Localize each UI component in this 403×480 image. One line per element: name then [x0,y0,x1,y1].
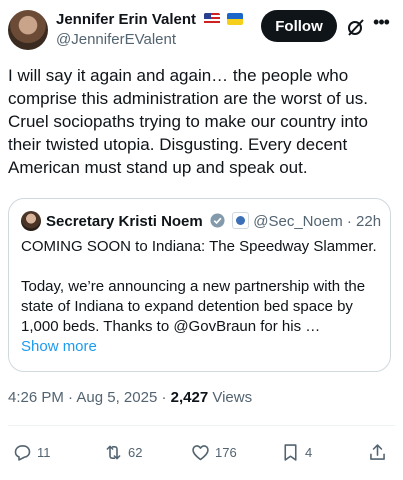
reply-button[interactable]: 11 [12,438,51,466]
tweet-text: I will say it again and again… the peopl… [8,66,369,177]
tweet-header: Jennifer Erin Valent @JenniferEValent Fo… [8,8,395,56]
share-button[interactable] [367,438,388,466]
quote-author-name: Secretary Kristi Noem [46,213,203,230]
quote-author-handle: @Sec_Noem [253,213,343,230]
author-name-block: Jennifer Erin Valent @JenniferEValent [56,10,243,50]
heart-icon [192,444,209,460]
quote-line-2: Today, we’re announcing a new partnershi… [21,278,366,335]
bookmark-icon [284,443,297,461]
bookmark-button[interactable]: 4 [280,438,312,466]
government-seal-icon [232,212,250,229]
meta-separator: · [68,389,74,406]
reply-icon [14,444,31,461]
repost-button[interactable]: 62 [103,438,142,466]
action-bar: 11 62 176 4 [0,438,403,466]
tweet-meta: 4:26 PM · Aug 5, 2025 · 2,427 Views [8,388,252,408]
views-label: Views [212,389,253,406]
quoted-tweet[interactable]: Secretary Kristi Noem @Sec_Noem · 22h CO… [8,198,391,372]
bookmark-count: 4 [305,444,313,460]
follow-button[interactable]: Follow [261,10,337,42]
ukraine-flag-icon [226,13,243,25]
like-count: 176 [215,444,237,460]
tweet-time[interactable]: 4:26 PM [8,389,64,406]
quote-header: Secretary Kristi Noem @Sec_Noem · 22h [21,211,381,231]
divider [8,425,395,426]
author-avatar[interactable] [8,10,48,50]
repost-count: 62 [128,444,143,460]
show-more-link[interactable]: Show more [21,337,381,357]
author-handle[interactable]: @JenniferEValent [56,30,243,50]
author-display-name[interactable]: Jennifer Erin Valent [56,10,196,30]
quote-timestamp: 22h [356,213,382,230]
grok-icon[interactable] [346,17,366,37]
verified-badge-icon [210,213,225,228]
like-button[interactable]: 176 [190,438,237,466]
quote-author-avatar [21,211,41,231]
us-flag-icon [203,13,220,25]
views-count: 2,427 [170,389,209,406]
quote-line-1: COMING SOON to Indiana: The Speedway Sla… [21,238,377,255]
reply-count: 11 [37,444,51,460]
repost-icon [106,445,121,459]
quote-separator: · [346,213,352,230]
more-options-icon[interactable]: ••• [370,12,392,32]
quote-body: COMING SOON to Indiana: The Speedway Sla… [21,237,381,357]
share-icon [370,443,385,460]
tweet-date[interactable]: Aug 5, 2025 [76,389,157,406]
meta-separator-2: · [161,389,167,406]
